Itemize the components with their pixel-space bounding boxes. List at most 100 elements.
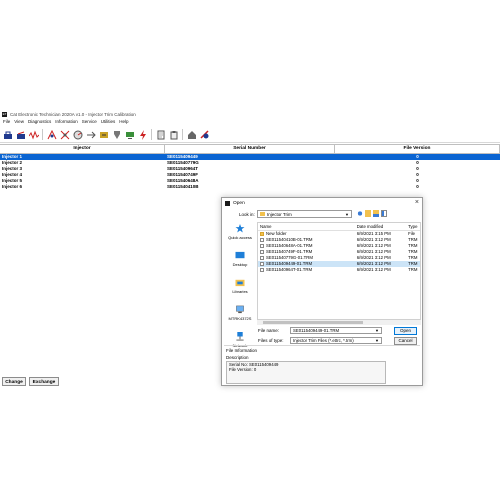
diag-button-7[interactable]: [124, 129, 135, 140]
file-icon: [260, 237, 264, 242]
injector-icon: [113, 130, 120, 139]
place-desktop[interactable]: Desktop: [224, 249, 256, 272]
file-name: SE0115409449-01.TRM: [266, 261, 313, 266]
flash-icon: [139, 129, 146, 140]
chevron-down-icon: ▼: [375, 328, 379, 333]
chevron-down-icon: ▼: [345, 211, 349, 217]
chevron-down-icon: ▼: [375, 338, 379, 343]
stop-icon: [199, 129, 209, 139]
toolbar: [0, 127, 500, 143]
menu-view[interactable]: View: [14, 119, 24, 124]
file-list-header: Name Date modified Type: [258, 223, 420, 231]
file-icon: [260, 267, 264, 272]
file-icon: [260, 255, 264, 260]
disconnect-button[interactable]: [15, 129, 26, 140]
calibrate-icon: [99, 131, 108, 138]
file-type: TRM: [408, 267, 418, 272]
column-name[interactable]: Name: [258, 223, 355, 230]
horizontal-scrollbar[interactable]: [257, 320, 421, 325]
table-row[interactable]: Injector 6 SE011540410B 0: [0, 184, 500, 190]
diag-button-4[interactable]: [85, 129, 96, 140]
app-icon: [225, 200, 230, 206]
column-header-serial[interactable]: Serial Number: [165, 145, 335, 153]
dialog-title-bar: Open ×: [222, 198, 422, 208]
diag-button-2[interactable]: [59, 129, 70, 140]
status-button[interactable]: [28, 129, 39, 140]
menu-bar: File View Diagnostics Information Servic…: [0, 118, 500, 125]
title-bar: ET Cat Electronic Technician 2020A v1.0 …: [0, 110, 500, 118]
folder-icon: [260, 212, 265, 216]
diag-button-3[interactable]: [72, 129, 83, 140]
tools-icon: [60, 130, 69, 139]
serial-number: SE011540410B: [167, 184, 199, 189]
window-title: Cat Electronic Technician 2020A v1.0 - I…: [10, 111, 136, 117]
file-icon: [260, 243, 264, 248]
open-dialog: Open × Look in: Injector Trim ▼ Quick ac…: [221, 197, 423, 386]
file-name-input[interactable]: SE0115409449-01.TRM ▼: [290, 327, 382, 334]
open-button[interactable]: Open: [394, 327, 417, 335]
scrollbar-thumb[interactable]: [263, 321, 363, 324]
menu-diagnostics[interactable]: Diagnostics: [28, 119, 51, 124]
computer-icon: [236, 305, 244, 314]
file-icon: [260, 249, 264, 254]
clipboard-icon: [170, 130, 177, 139]
place-libraries[interactable]: Libraries: [224, 276, 256, 299]
cancel-button[interactable]: Cancel: [394, 337, 417, 345]
look-in-dropdown[interactable]: Injector Trim ▼: [257, 210, 352, 218]
diag-button-1[interactable]: [46, 129, 57, 140]
diagnostic-icon: [47, 129, 56, 139]
file-date: 6/9/2021 3:12 PM: [356, 267, 391, 272]
view-menu-icon[interactable]: [381, 210, 387, 217]
change-button[interactable]: Change: [2, 377, 26, 386]
file-name: SE011540964T-01.TRM: [266, 267, 313, 272]
connect-icon: [3, 131, 12, 139]
description-box: Serial No: SE0115409449 File Version: 0: [226, 361, 386, 384]
file-name-label: File name:: [258, 328, 280, 333]
dialog-nav-icons: [357, 210, 389, 217]
close-icon[interactable]: ×: [415, 199, 419, 206]
description-label: Description: [226, 355, 249, 360]
file-information-label: File Information: [226, 348, 258, 353]
file-type-select[interactable]: Injector Trim Files (*.ettrc, *.trm) ▼: [290, 337, 382, 344]
injector-name: Injector 6: [2, 184, 23, 189]
place-quick-access[interactable]: Quick access: [224, 222, 256, 245]
connect-button[interactable]: [2, 129, 13, 140]
column-header-version[interactable]: File Version: [335, 145, 500, 153]
file-name: SE011540410B-01.TRM: [266, 237, 313, 242]
file-name: New folder: [266, 231, 287, 236]
menu-service[interactable]: Service: [82, 119, 97, 124]
file-name: SE011540648A-01.TRM: [266, 243, 313, 248]
home-button[interactable]: [186, 129, 197, 140]
exchange-button[interactable]: Exchange: [29, 377, 59, 386]
file-type-label: Files of type:: [258, 338, 284, 343]
column-date-modified[interactable]: Date modified: [355, 223, 406, 230]
arrows-icon: [86, 131, 96, 138]
desktop-icon: [235, 251, 245, 259]
report-button[interactable]: [155, 129, 166, 140]
dialog-title: Open: [233, 200, 245, 206]
diag-button-5[interactable]: [98, 129, 109, 140]
stop-button[interactable]: [199, 129, 210, 140]
file-name: SE011540749F-01.TRM: [266, 249, 313, 254]
place-computer[interactable]: MTRK4372S: [224, 303, 256, 326]
description-version: File Version: 0: [229, 367, 257, 372]
new-folder-icon[interactable]: [373, 210, 379, 217]
network-icon: [236, 332, 244, 341]
print-button[interactable]: [168, 129, 179, 140]
diag-button-8[interactable]: [137, 129, 148, 140]
file-row[interactable]: SE011540964T-01.TRM 6/9/2021 3:12 PM TRM: [258, 267, 420, 273]
look-in-value: Injector Trim: [267, 211, 292, 217]
column-type[interactable]: Type: [406, 223, 420, 230]
injector-table: Injector Serial Number File Version Inje…: [0, 144, 500, 190]
menu-information[interactable]: Information: [55, 119, 78, 124]
menu-help[interactable]: Help: [119, 119, 128, 124]
back-icon[interactable]: [357, 210, 363, 217]
up-folder-icon[interactable]: [365, 210, 371, 217]
document-icon: [157, 130, 164, 139]
diag-button-6[interactable]: [111, 129, 122, 140]
menu-file[interactable]: File: [3, 119, 10, 124]
menu-utilities[interactable]: Utilities: [101, 119, 116, 124]
column-header-injector[interactable]: Injector: [0, 145, 165, 153]
file-icon: [260, 261, 264, 266]
home-icon: [187, 130, 196, 139]
